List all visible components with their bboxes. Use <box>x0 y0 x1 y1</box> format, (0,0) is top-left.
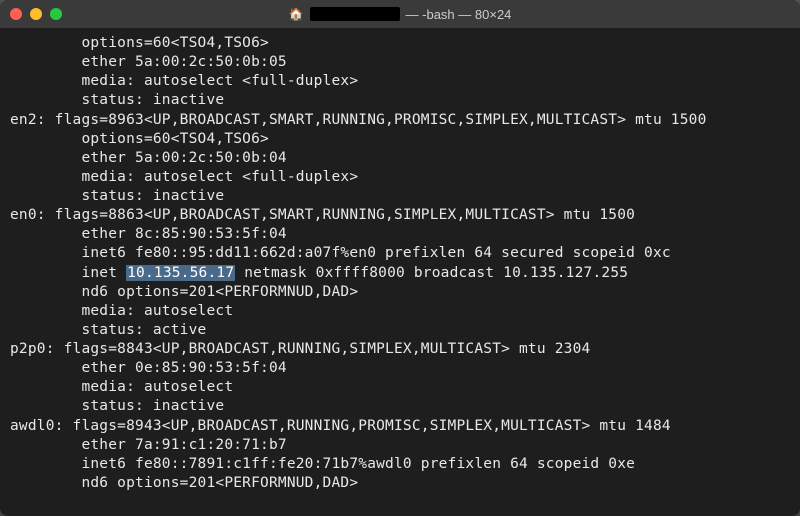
output-line: media: autoselect <box>10 303 233 319</box>
close-icon[interactable] <box>10 8 22 20</box>
output-line: media: autoselect <full-duplex> <box>10 73 358 89</box>
home-icon: 🏠 <box>289 7 304 21</box>
window-title-suffix: — -bash — 80×24 <box>406 7 512 22</box>
window-title: 🏠 — -bash — 80×24 <box>0 7 800 22</box>
output-line: awdl0: flags=8943<UP,BROADCAST,RUNNING,P… <box>10 418 671 434</box>
output-line: ether 0e:85:90:53:5f:04 <box>10 360 287 376</box>
output-line: status: inactive <box>10 398 224 414</box>
output-line: nd6 options=201<PERFORMNUD,DAD> <box>10 284 358 300</box>
output-line: netmask 0xffff8000 broadcast 10.135.127.… <box>235 265 628 281</box>
output-line: ether 8c:85:90:53:5f:04 <box>10 226 287 242</box>
output-line: status: active <box>10 322 206 338</box>
output-line: ether 5a:00:2c:50:0b:04 <box>10 150 287 166</box>
output-line: nd6 options=201<PERFORMNUD,DAD> <box>10 475 358 491</box>
zoom-icon[interactable] <box>50 8 62 20</box>
window-controls <box>10 8 62 20</box>
output-line: inet6 fe80::7891:c1ff:fe20:71b7%awdl0 pr… <box>10 456 635 472</box>
output-line: inet <box>10 265 126 281</box>
output-line: ether 5a:00:2c:50:0b:05 <box>10 54 287 70</box>
output-line: p2p0: flags=8843<UP,BROADCAST,RUNNING,SI… <box>10 341 590 357</box>
output-line: ether 7a:91:c1:20:71:b7 <box>10 437 287 453</box>
terminal-window: 🏠 — -bash — 80×24 options=60<TSO4,TSO6> … <box>0 0 800 516</box>
output-line: media: autoselect <box>10 379 233 395</box>
output-line: options=60<TSO4,TSO6> <box>10 131 269 147</box>
output-line: media: autoselect <full-duplex> <box>10 169 358 185</box>
redacted-username <box>310 7 400 21</box>
terminal-output[interactable]: options=60<TSO4,TSO6> ether 5a:00:2c:50:… <box>0 28 800 503</box>
output-line: en2: flags=8963<UP,BROADCAST,SMART,RUNNI… <box>10 112 707 128</box>
output-line: en0: flags=8863<UP,BROADCAST,SMART,RUNNI… <box>10 207 635 223</box>
output-line: status: inactive <box>10 188 224 204</box>
output-line: status: inactive <box>10 92 224 108</box>
titlebar[interactable]: 🏠 — -bash — 80×24 <box>0 0 800 28</box>
output-line: options=60<TSO4,TSO6> <box>10 35 269 51</box>
selected-ip[interactable]: 10.135.56.17 <box>126 265 235 281</box>
minimize-icon[interactable] <box>30 8 42 20</box>
output-line: inet6 fe80::95:dd11:662d:a07f%en0 prefix… <box>10 245 671 261</box>
